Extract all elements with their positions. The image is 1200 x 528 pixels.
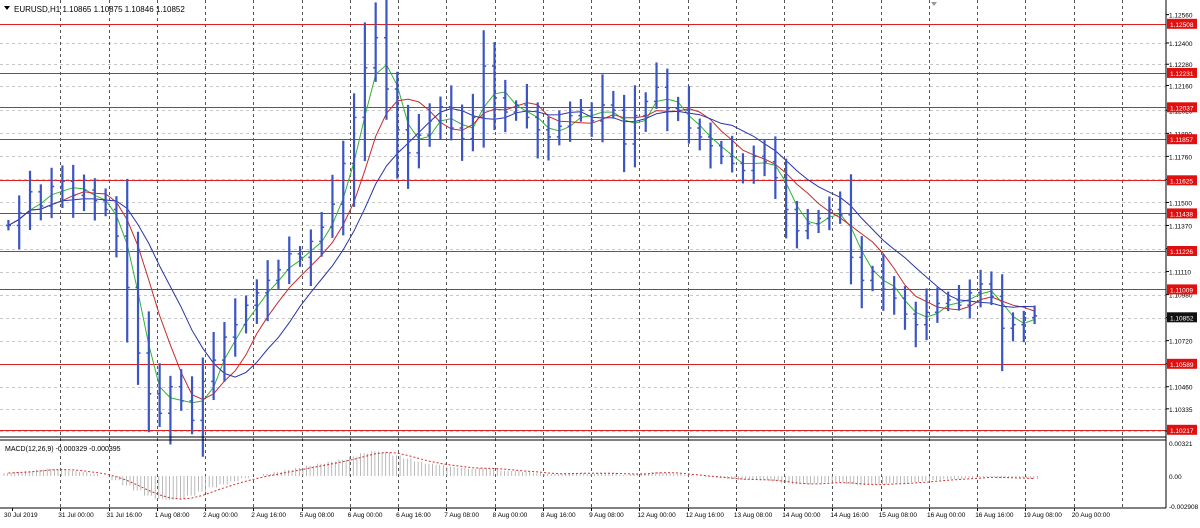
level-price-label: 1.10217 [1170, 428, 1194, 435]
level-price-label: 1.11857 [1170, 137, 1193, 144]
price-tick-label: 1.10720 [1169, 339, 1193, 346]
time-tick-label: 13 Aug 08:00 [734, 512, 773, 519]
chart-window: 1.125601.124001.122801.121601.120201.118… [0, 0, 1200, 523]
time-tick-label: 8 Aug 16:00 [541, 512, 576, 519]
time-tick-label: 6 Aug 16:00 [396, 512, 431, 519]
time-tick-label: 31 Jul 16:00 [107, 512, 143, 519]
level-price-label: 1.11009 [1170, 287, 1193, 294]
price-tick-label: 1.12160 [1169, 84, 1193, 91]
macd-tick-label: 0.00 [1169, 474, 1182, 481]
level-price-label: 1.12231 [1170, 71, 1194, 78]
time-tick-label: 1 Aug 08:00 [155, 512, 190, 519]
level-price-label: 1.12037 [1170, 105, 1194, 112]
time-tick-label: 16 Aug 00:00 [927, 512, 966, 519]
level-price-label: 1.11625 [1170, 178, 1193, 185]
time-tick-label: 12 Aug 16:00 [686, 512, 725, 519]
time-tick-label: 8 Aug 00:00 [493, 512, 528, 519]
price-tick-label: 1.12400 [1169, 41, 1193, 48]
price-tick-label: 1.11760 [1169, 154, 1192, 161]
price-tick-label: 1.11500 [1169, 200, 1192, 207]
time-tick-label: 2 Aug 16:00 [251, 512, 286, 519]
time-tick-label: 7 Aug 08:00 [444, 512, 479, 519]
chart-background [0, 0, 1200, 523]
time-tick-label: 6 Aug 00:00 [348, 512, 383, 519]
time-tick-label: 2 Aug 00:00 [203, 512, 238, 519]
time-tick-label: 16 Aug 16:00 [975, 512, 1014, 519]
price-tick-label: 1.10460 [1169, 385, 1193, 392]
time-tick-label: 15 Aug 08:00 [879, 512, 918, 519]
price-tick-label: 1.10335 [1169, 407, 1193, 414]
time-tick-label: 5 Aug 08:00 [300, 512, 335, 519]
price-tick-label: 1.12560 [1169, 13, 1193, 20]
macd-header: MACD(12,26,9) -0.000329 -0.000395 [5, 446, 121, 453]
level-price-label: 1.10589 [1170, 362, 1194, 369]
symbol-header: EURUSD,H1 1.10865 1.10875 1.10846 1.1085… [14, 5, 185, 14]
current-price-label: 1.10852 [1170, 315, 1194, 322]
time-tick-label: 9 Aug 08:00 [589, 512, 624, 519]
time-tick-label: 12 Aug 00:00 [637, 512, 676, 519]
time-tick-label: 14 Aug 16:00 [830, 512, 869, 519]
level-price-label: 1.12508 [1170, 22, 1194, 29]
time-tick-label: 19 Aug 08:00 [1024, 512, 1063, 519]
level-price-label: 1.11438 [1170, 211, 1193, 218]
time-tick-label: 14 Aug 00:00 [782, 512, 821, 519]
time-tick-label: 30 Jul 2019 [4, 512, 38, 519]
time-tick-label: 31 Jul 00:00 [58, 512, 94, 519]
price-tick-label: 1.11110 [1169, 270, 1191, 277]
chart-canvas[interactable]: 1.125601.124001.122801.121601.120201.118… [0, 0, 1200, 523]
time-tick-label: 20 Aug 00:00 [1072, 512, 1111, 519]
price-tick-label: 1.11370 [1169, 224, 1192, 231]
macd-tick-label: -0.002908 [1169, 504, 1199, 511]
level-price-label: 1.11226 [1170, 249, 1193, 256]
macd-tick-label: 0.00321 [1169, 441, 1193, 448]
